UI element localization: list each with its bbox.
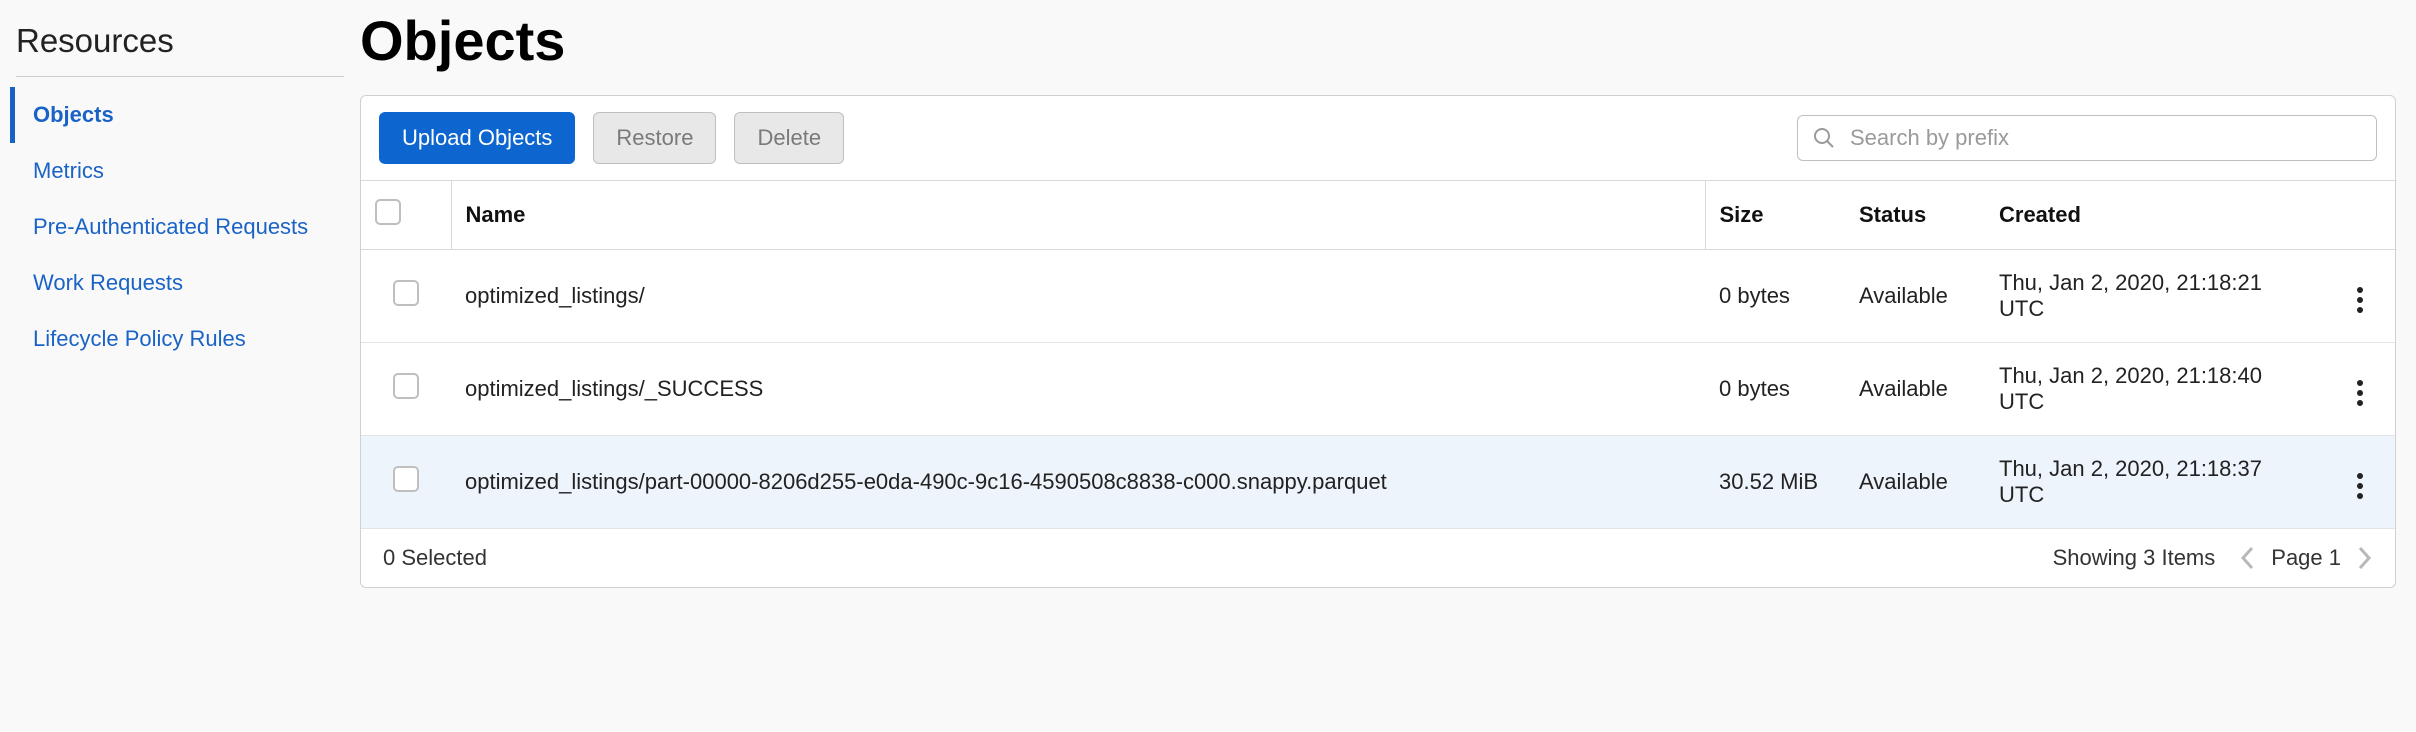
restore-button[interactable]: Restore (593, 112, 716, 164)
cell-size: 30.52 MiB (1705, 436, 1845, 529)
toolbar: Upload Objects Restore Delete (361, 96, 2395, 181)
main: Objects Upload Objects Restore Delete (360, 0, 2416, 732)
sidebar-item-metrics[interactable]: Metrics (10, 143, 350, 199)
sidebar-item-objects[interactable]: Objects (10, 87, 350, 143)
showing-count: Showing 3 Items (2053, 545, 2216, 571)
row-checkbox[interactable] (393, 280, 419, 306)
pager: Page 1 (2239, 545, 2373, 571)
cell-name: optimized_listings/ (451, 250, 1705, 343)
column-header-checkbox (361, 181, 451, 250)
column-header-size[interactable]: Size (1705, 181, 1845, 250)
objects-table: Name Size Status Created optimized_listi… (361, 181, 2395, 529)
sidebar-item-work-requests[interactable]: Work Requests (10, 255, 350, 311)
sidebar-item-label: Pre-Authenticated Requests (33, 214, 308, 239)
table-header-row: Name Size Status Created (361, 181, 2395, 250)
table-row[interactable]: optimized_listings/_SUCCESS 0 bytes Avai… (361, 343, 2395, 436)
search-input[interactable] (1848, 124, 2362, 152)
column-header-actions (2325, 181, 2395, 250)
sidebar-item-label: Metrics (33, 158, 104, 183)
column-header-created[interactable]: Created (1985, 181, 2325, 250)
page-title: Objects (360, 8, 2396, 73)
table-row[interactable]: optimized_listings/ 0 bytes Available Th… (361, 250, 2395, 343)
table-footer: 0 Selected Showing 3 Items Page 1 (361, 529, 2395, 587)
page-indicator: Page 1 (2271, 545, 2341, 571)
column-header-status[interactable]: Status (1845, 181, 1985, 250)
table-row[interactable]: optimized_listings/part-00000-8206d255-e… (361, 436, 2395, 529)
objects-panel: Upload Objects Restore Delete (360, 95, 2396, 588)
sidebar-divider (16, 76, 344, 77)
delete-button[interactable]: Delete (734, 112, 844, 164)
sidebar: Resources Objects Metrics Pre-Authentica… (0, 0, 360, 732)
prev-page-button[interactable] (2239, 545, 2257, 571)
next-page-button[interactable] (2355, 545, 2373, 571)
cell-name: optimized_listings/part-00000-8206d255-e… (451, 436, 1705, 529)
sidebar-item-label: Lifecycle Policy Rules (33, 326, 246, 351)
cell-size: 0 bytes (1705, 250, 1845, 343)
cell-size: 0 bytes (1705, 343, 1845, 436)
cell-created: Thu, Jan 2, 2020, 21:18:21 UTC (1985, 250, 2325, 343)
sidebar-title: Resources (10, 10, 350, 76)
cell-status: Available (1845, 250, 1985, 343)
chevron-left-icon (2239, 545, 2257, 571)
select-all-checkbox[interactable] (375, 199, 401, 225)
cell-status: Available (1845, 343, 1985, 436)
sidebar-item-pre-authenticated-requests[interactable]: Pre-Authenticated Requests (10, 199, 350, 255)
upload-objects-button[interactable]: Upload Objects (379, 112, 575, 164)
search-icon (1812, 126, 1836, 150)
column-header-name[interactable]: Name (451, 181, 1705, 250)
sidebar-item-label: Work Requests (33, 270, 183, 295)
sidebar-item-label: Objects (33, 102, 114, 127)
cell-created: Thu, Jan 2, 2020, 21:18:37 UTC (1985, 436, 2325, 529)
sidebar-nav: Objects Metrics Pre-Authenticated Reques… (10, 87, 350, 367)
row-actions-menu-icon[interactable] (2351, 467, 2369, 505)
row-actions-menu-icon[interactable] (2351, 281, 2369, 319)
row-checkbox[interactable] (393, 373, 419, 399)
selected-count: 0 Selected (383, 545, 487, 571)
row-checkbox[interactable] (393, 466, 419, 492)
cell-created: Thu, Jan 2, 2020, 21:18:40 UTC (1985, 343, 2325, 436)
cell-status: Available (1845, 436, 1985, 529)
table-body: optimized_listings/ 0 bytes Available Th… (361, 250, 2395, 529)
sidebar-item-lifecycle-policy-rules[interactable]: Lifecycle Policy Rules (10, 311, 350, 367)
chevron-right-icon (2355, 545, 2373, 571)
cell-name: optimized_listings/_SUCCESS (451, 343, 1705, 436)
search-box[interactable] (1797, 115, 2377, 161)
row-actions-menu-icon[interactable] (2351, 374, 2369, 412)
